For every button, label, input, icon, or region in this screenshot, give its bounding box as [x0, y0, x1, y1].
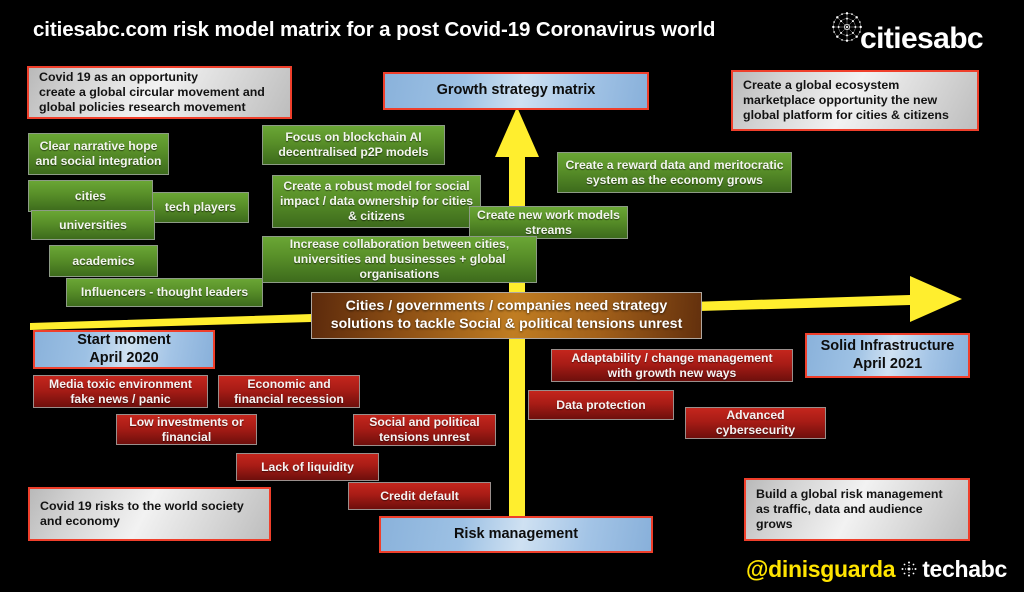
diagram-canvas: citiesabc.com risk model matrix for a po…	[0, 0, 1024, 592]
opportunity-robust-model: Create a robust model for social impact …	[272, 175, 481, 228]
risk-data-protection: Data protection	[528, 390, 674, 420]
risk-adaptability: Adaptability / change management with gr…	[551, 349, 793, 382]
note-covid-opportunity: Covid 19 as an opportunity create a glob…	[27, 66, 292, 119]
page-title: citiesabc.com risk model matrix for a po…	[33, 18, 716, 41]
opportunity-increase-collaboration: Increase collaboration between cities, u…	[262, 236, 537, 283]
citiesabc-logo: citiesabc	[828, 8, 1008, 60]
opportunity-blockchain-ai: Focus on blockchain AI decentralised p2P…	[262, 125, 445, 165]
note-global-ecosystem: Create a global ecosystem marketplace op…	[731, 70, 979, 131]
opportunity-reward-data: Create a reward data and meritocratic sy…	[557, 152, 792, 193]
note-build-risk-management: Build a global risk management as traffi…	[744, 478, 970, 541]
center-statement: Cities / governments / companies need st…	[311, 292, 702, 339]
risk-advanced-cybersecurity: Advanced cybersecurity	[685, 407, 826, 439]
footer-partner: techabc	[922, 555, 1008, 582]
opportunity-new-work-models: Create new work models streams	[469, 206, 628, 239]
opportunity-universities: universities	[31, 210, 155, 240]
note-covid-risks: Covid 19 risks to the world society and …	[28, 487, 271, 541]
risk-credit-default: Credit default	[348, 482, 491, 510]
footer-handle: @dinisguarda	[746, 555, 896, 582]
footer-branding: @dinisguarda techabc	[746, 555, 1007, 583]
milestone-start-moment: Start moment April 2020	[33, 330, 215, 369]
opportunity-tech-players: tech players	[152, 192, 249, 223]
risk-media-toxic: Media toxic environment fake news / pani…	[33, 375, 208, 408]
opportunity-clear-narrative: Clear narrative hope and social integrat…	[28, 133, 169, 175]
opportunity-academics: academics	[49, 245, 158, 277]
milestone-solid-infrastructure: Solid Infrastructure April 2021	[805, 333, 970, 378]
risk-lack-of-liquidity: Lack of liquidity	[236, 453, 379, 481]
milestone-growth-strategy-matrix: Growth strategy matrix	[383, 72, 649, 110]
milestone-risk-management: Risk management	[379, 516, 653, 553]
opportunity-cities: cities	[28, 180, 153, 212]
risk-economic-recession: Economic and financial recession	[218, 375, 360, 408]
opportunity-influencers: Influencers - thought leaders	[66, 278, 263, 307]
risk-social-tensions: Social and political tensions unrest	[353, 414, 496, 446]
logo-wordmark: citiesabc	[860, 22, 984, 55]
risk-low-investments: Low investments or financial	[116, 414, 257, 445]
starburst-icon	[901, 561, 917, 577]
